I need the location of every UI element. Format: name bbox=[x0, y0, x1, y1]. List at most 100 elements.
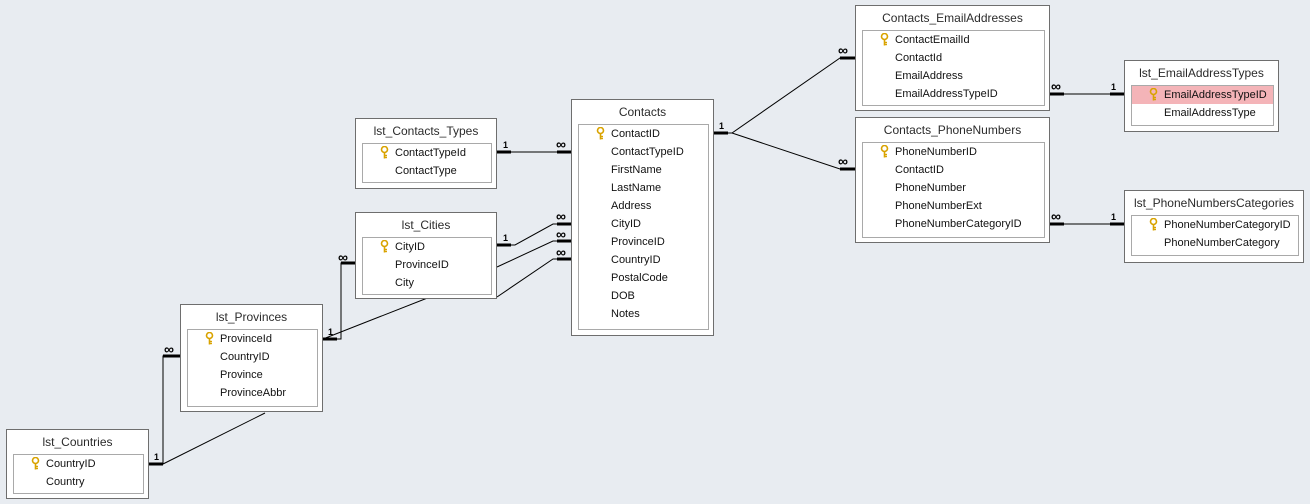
field-list[interactable]: EmailAddressTypeID EmailAddressType bbox=[1131, 85, 1274, 126]
field-row[interactable]: Province bbox=[188, 366, 317, 384]
many-label: ∞ bbox=[838, 153, 848, 169]
field-name: LastName bbox=[611, 182, 662, 194]
table-title[interactable]: lst_Cities bbox=[356, 213, 496, 237]
field-name: ProvinceID bbox=[395, 259, 449, 271]
field-list[interactable]: PhoneNumberCategoryID PhoneNumberCategory bbox=[1131, 215, 1299, 256]
field-name: ContactId bbox=[895, 52, 943, 64]
field-name: ContactID bbox=[611, 128, 660, 140]
one-label: 1 bbox=[503, 233, 508, 243]
table-title[interactable]: lst_Countries bbox=[7, 430, 148, 454]
table-title[interactable]: lst_Contacts_Types bbox=[356, 119, 496, 143]
field-row[interactable]: PhoneNumber bbox=[863, 179, 1044, 197]
field-list[interactable]: ContactEmailId ContactId EmailAddress Email… bbox=[862, 30, 1045, 106]
many-label: ∞ bbox=[838, 42, 848, 58]
table-contacts-phonenumbers[interactable]: Contacts_PhoneNumbers PhoneNumberID Conta… bbox=[855, 117, 1050, 243]
field-name: Country bbox=[46, 476, 85, 488]
field-list[interactable]: ContactID ContactTypeID FirstName LastName A… bbox=[578, 124, 709, 330]
field-name: ContactEmailId bbox=[895, 34, 970, 46]
field-row[interactable]: CityID bbox=[363, 238, 491, 256]
primary-key-icon bbox=[596, 126, 605, 140]
field-row[interactable]: PhoneNumberCategory bbox=[1132, 234, 1298, 252]
field-name: City bbox=[395, 277, 414, 289]
field-name: CountryID bbox=[46, 458, 96, 470]
table-lst-cities[interactable]: lst_Cities CityID ProvinceID City bbox=[355, 212, 497, 299]
field-row[interactable]: ContactId bbox=[863, 49, 1044, 67]
field-row[interactable]: Notes bbox=[579, 305, 708, 323]
field-row[interactable]: CountryID bbox=[579, 251, 708, 269]
field-row[interactable]: ContactID bbox=[579, 125, 708, 143]
field-list[interactable]: ProvinceId CountryID Province ProvinceAbbr bbox=[187, 329, 318, 407]
field-list[interactable]: CityID ProvinceID City bbox=[362, 237, 492, 295]
field-row[interactable]: ContactTypeId bbox=[363, 144, 491, 162]
one-label: 1 bbox=[719, 121, 724, 131]
field-row[interactable]: DOB bbox=[579, 287, 708, 305]
many-label: ∞ bbox=[556, 208, 566, 224]
field-name: ProvinceID bbox=[611, 236, 665, 248]
field-row[interactable]: FirstName bbox=[579, 161, 708, 179]
field-name: CountryID bbox=[611, 254, 661, 266]
table-title[interactable]: Contacts_EmailAddresses bbox=[856, 6, 1049, 30]
table-contacts[interactable]: Contacts ContactID ContactTypeID FirstName… bbox=[571, 99, 714, 336]
field-name: PhoneNumberCategoryID bbox=[1164, 219, 1291, 231]
table-lst-provinces[interactable]: lst_Provinces ProvinceId CountryID Provinc… bbox=[180, 304, 323, 412]
field-row[interactable]: PostalCode bbox=[579, 269, 708, 287]
field-row[interactable]: CityID bbox=[579, 215, 708, 233]
field-row[interactable]: EmailAddressType bbox=[1132, 104, 1273, 122]
field-row[interactable]: PhoneNumberCategoryID bbox=[1132, 216, 1298, 234]
field-name: ContactTypeId bbox=[395, 147, 466, 159]
table-lst-emailaddresstypes[interactable]: lst_EmailAddressTypes EmailAddressTypeID… bbox=[1124, 60, 1279, 132]
field-row[interactable]: EmailAddress bbox=[863, 67, 1044, 85]
field-name: FirstName bbox=[611, 164, 662, 176]
many-label: ∞ bbox=[556, 244, 566, 260]
field-row[interactable]: ContactID bbox=[863, 161, 1044, 179]
table-lst-countries[interactable]: lst_Countries CountryID Country bbox=[6, 429, 149, 499]
field-list[interactable]: ContactTypeId ContactType bbox=[362, 143, 492, 183]
primary-key-icon bbox=[380, 239, 389, 253]
field-row[interactable]: Country bbox=[14, 473, 143, 491]
one-label: 1 bbox=[1111, 82, 1116, 92]
table-title[interactable]: Contacts_PhoneNumbers bbox=[856, 118, 1049, 142]
field-row[interactable]: City bbox=[363, 274, 491, 292]
field-row[interactable]: EmailAddressTypeID bbox=[1132, 86, 1273, 104]
many-label: ∞ bbox=[556, 226, 566, 242]
primary-key-icon bbox=[205, 331, 214, 345]
field-name: EmailAddress bbox=[895, 70, 963, 82]
table-title[interactable]: Contacts bbox=[572, 100, 713, 124]
field-row[interactable]: ProvinceID bbox=[363, 256, 491, 274]
field-row[interactable]: PhoneNumberID bbox=[863, 143, 1044, 161]
table-title[interactable]: lst_PhoneNumbersCategories bbox=[1125, 191, 1303, 215]
table-lst-phonenumberscategories[interactable]: lst_PhoneNumbersCategories PhoneNumberCa… bbox=[1124, 190, 1304, 263]
table-title[interactable]: lst_EmailAddressTypes bbox=[1125, 61, 1278, 85]
field-row[interactable]: PhoneNumberExt bbox=[863, 197, 1044, 215]
field-row[interactable]: ProvinceAbbr bbox=[188, 384, 317, 402]
table-contacts-emailaddresses[interactable]: Contacts_EmailAddresses ContactEmailId Co… bbox=[855, 5, 1050, 111]
field-row[interactable]: ContactTypeID bbox=[579, 143, 708, 161]
field-name: Notes bbox=[611, 308, 640, 320]
many-label: ∞ bbox=[1051, 78, 1061, 94]
field-name: PhoneNumberCategory bbox=[1164, 237, 1280, 249]
field-row[interactable]: ProvinceID bbox=[579, 233, 708, 251]
field-row[interactable]: Address bbox=[579, 197, 708, 215]
field-list[interactable]: PhoneNumberID ContactID PhoneNumber PhoneNu… bbox=[862, 142, 1045, 238]
primary-key-icon bbox=[880, 32, 889, 46]
field-list[interactable]: CountryID Country bbox=[13, 454, 144, 494]
many-label: ∞ bbox=[1051, 208, 1061, 224]
field-name: CountryID bbox=[220, 351, 270, 363]
field-name: CityID bbox=[395, 241, 425, 253]
primary-key-icon bbox=[880, 144, 889, 158]
table-lst-contacts-types[interactable]: lst_Contacts_Types ContactTypeId ContactT… bbox=[355, 118, 497, 189]
field-row[interactable]: EmailAddressTypeID bbox=[863, 85, 1044, 103]
field-row[interactable]: CountryID bbox=[14, 455, 143, 473]
field-row[interactable]: ContactEmailId bbox=[863, 31, 1044, 49]
field-name: EmailAddressTypeID bbox=[1164, 89, 1267, 101]
field-row[interactable]: CountryID bbox=[188, 348, 317, 366]
field-row[interactable]: LastName bbox=[579, 179, 708, 197]
table-title[interactable]: lst_Provinces bbox=[181, 305, 322, 329]
field-row[interactable]: ProvinceId bbox=[188, 330, 317, 348]
many-label: ∞ bbox=[164, 341, 174, 357]
field-row[interactable]: ContactType bbox=[363, 162, 491, 180]
field-name: PostalCode bbox=[611, 272, 668, 284]
field-row[interactable]: PhoneNumberCategoryID bbox=[863, 215, 1044, 233]
field-name: PhoneNumber bbox=[895, 182, 966, 194]
field-name: PhoneNumberCategoryID bbox=[895, 218, 1022, 230]
